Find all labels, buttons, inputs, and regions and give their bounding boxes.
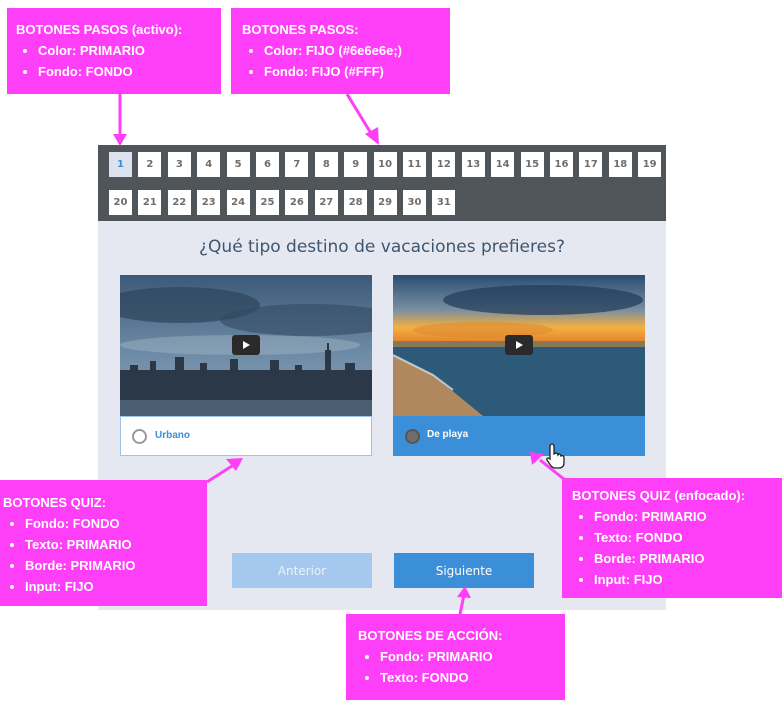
annotation-item: Texto: PRIMARIO bbox=[25, 534, 207, 555]
annotation-item: Texto: FONDO bbox=[380, 667, 565, 688]
prev-button[interactable]: Anterior bbox=[232, 553, 372, 588]
annotation-title: BOTONES PASOS: bbox=[242, 22, 359, 37]
annotation-title: BOTONES DE ACCIÓN: bbox=[358, 628, 503, 643]
option-label-bar: Urbano bbox=[120, 416, 372, 456]
step-button-17[interactable]: 17 bbox=[579, 152, 603, 177]
step-button-22[interactable]: 22 bbox=[167, 190, 191, 215]
step-button-9[interactable]: 9 bbox=[344, 152, 368, 177]
annotation-item: Input: FIJO bbox=[25, 576, 207, 597]
annotation-steps-active: BOTONES PASOS (activo): Color: PRIMARIO … bbox=[7, 8, 221, 94]
step-button-12[interactable]: 12 bbox=[432, 152, 456, 177]
step-button-25[interactable]: 25 bbox=[256, 190, 279, 215]
annotation-quiz: BOTONES QUIZ: Fondo: FONDO Texto: PRIMAR… bbox=[0, 480, 207, 606]
step-button-23[interactable]: 23 bbox=[197, 190, 221, 215]
step-button-27[interactable]: 27 bbox=[314, 190, 338, 215]
annotation-item: Color: FIJO (#6e6e6e;) bbox=[264, 40, 450, 61]
step-button-30[interactable]: 30 bbox=[403, 190, 426, 215]
annotation-action: BOTONES DE ACCIÓN: Fondo: PRIMARIO Texto… bbox=[346, 614, 565, 700]
annotation-title: BOTONES PASOS (activo): bbox=[16, 22, 183, 37]
step-button-16[interactable]: 16 bbox=[550, 152, 573, 177]
annotation-item: Fondo: PRIMARIO bbox=[380, 646, 565, 667]
annotation-item: Fondo: FONDO bbox=[38, 61, 221, 82]
step-button-2[interactable]: 2 bbox=[138, 152, 162, 177]
step-button-19[interactable]: 19 bbox=[638, 152, 662, 177]
option-label-bar: De playa bbox=[393, 416, 645, 456]
annotation-title: BOTONES QUIZ (enfocado): bbox=[572, 488, 746, 503]
step-button-15[interactable]: 15 bbox=[520, 152, 544, 177]
annotation-steps: BOTONES PASOS: Color: FIJO (#6e6e6e;) Fo… bbox=[231, 8, 450, 94]
annotation-item: Input: FIJO bbox=[594, 569, 782, 590]
option-card-de-playa[interactable]: De playa bbox=[393, 275, 645, 456]
annotation-title: BOTONES QUIZ: bbox=[3, 495, 107, 510]
step-button-18[interactable]: 18 bbox=[608, 152, 632, 177]
step-button-6[interactable]: 6 bbox=[256, 152, 279, 177]
annotation-item: Fondo: PRIMARIO bbox=[594, 506, 782, 527]
next-button[interactable]: Siguiente bbox=[394, 553, 534, 588]
step-button-3[interactable]: 3 bbox=[167, 152, 191, 177]
step-bar: 1 2 3 4 5 6 7 8 9 10 11 12 13 14 15 16 17 18 19 20 21 22 23 24 2… bbox=[98, 145, 666, 221]
annotation-item: Borde: PRIMARIO bbox=[25, 555, 207, 576]
question-title: ¿Qué tipo destino de vacaciones prefiere… bbox=[199, 237, 565, 257]
annotation-item: Color: PRIMARIO bbox=[38, 40, 221, 61]
annotation-quiz-focus: BOTONES QUIZ (enfocado): Fondo: PRIMARIO… bbox=[562, 478, 782, 598]
city-skyline-image bbox=[120, 275, 372, 416]
hand-pointer-icon bbox=[546, 443, 565, 469]
step-button-28[interactable]: 28 bbox=[344, 190, 368, 215]
step-button-13[interactable]: 13 bbox=[461, 152, 485, 177]
step-button-1[interactable]: 1 bbox=[109, 152, 132, 177]
radio-input[interactable] bbox=[405, 429, 420, 444]
step-button-24[interactable]: 24 bbox=[226, 190, 250, 215]
play-icon[interactable] bbox=[505, 335, 533, 355]
play-icon[interactable] bbox=[232, 335, 260, 355]
step-button-4[interactable]: 4 bbox=[197, 152, 221, 177]
step-button-14[interactable]: 14 bbox=[491, 152, 515, 177]
step-button-11[interactable]: 11 bbox=[403, 152, 426, 177]
annotation-item: Borde: PRIMARIO bbox=[594, 548, 782, 569]
step-button-5[interactable]: 5 bbox=[226, 152, 250, 177]
step-button-26[interactable]: 26 bbox=[285, 190, 309, 215]
step-button-10[interactable]: 10 bbox=[373, 152, 397, 177]
annotation-item: Fondo: FIJO (#FFF) bbox=[264, 61, 450, 82]
step-button-8[interactable]: 8 bbox=[314, 152, 338, 177]
step-button-20[interactable]: 20 bbox=[109, 190, 132, 215]
annotation-item: Texto: FONDO bbox=[594, 527, 782, 548]
option-label: Urbano bbox=[155, 430, 190, 441]
step-button-31[interactable]: 31 bbox=[432, 190, 456, 215]
radio-input[interactable] bbox=[132, 429, 147, 444]
option-label: De playa bbox=[427, 429, 469, 440]
step-button-29[interactable]: 29 bbox=[373, 190, 397, 215]
step-button-21[interactable]: 21 bbox=[138, 190, 162, 215]
beach-sunset-image bbox=[393, 275, 645, 416]
option-card-urbano[interactable]: Urbano bbox=[120, 275, 372, 456]
step-button-7[interactable]: 7 bbox=[285, 152, 309, 177]
annotation-item: Fondo: FONDO bbox=[25, 513, 207, 534]
